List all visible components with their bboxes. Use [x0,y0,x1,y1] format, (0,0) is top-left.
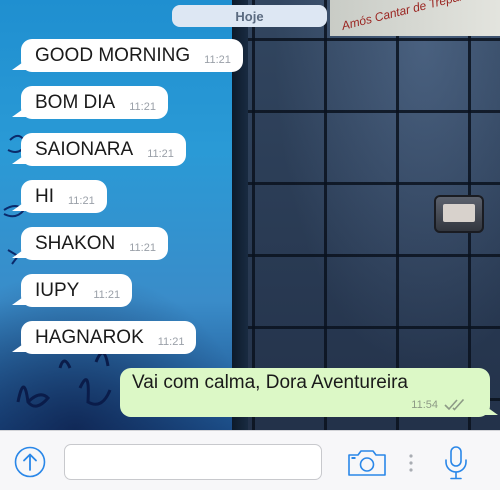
message-time: 11:21 [157,336,185,348]
more-options-dots-icon[interactable] [408,453,414,473]
incoming-message[interactable]: GOOD MORNING 11:21 [21,39,243,72]
message-time: 11:21 [204,54,231,66]
message-text: GOOD MORNING [35,45,191,66]
incoming-message[interactable]: HI 11:21 [21,180,107,213]
message-time: 11:21 [129,101,156,113]
double-check-icon [444,399,465,411]
message-input-bar [0,430,500,490]
incoming-message[interactable]: SAIONARA 11:21 [21,133,186,166]
incoming-message[interactable]: IUPY 11:21 [21,274,133,307]
message-text: HAGNAROK [35,327,144,348]
share-arrow-up-icon[interactable] [14,446,46,478]
incoming-message[interactable]: SHAKON 11:21 [21,227,168,260]
camera-icon[interactable] [347,448,387,478]
message-time: 11:21 [129,242,156,254]
date-separator: Hoje [172,5,327,27]
chat-screen: Amós Cantar de Trepar Hoje GOOD MORNING… [0,0,500,490]
outgoing-message[interactable]: Vai com calma, Dora Aventureira 11:54 [120,368,490,417]
message-text: HI [35,186,54,207]
message-time: 11:21 [93,289,121,301]
message-time: 11:21 [147,148,174,160]
microphone-icon[interactable] [442,445,470,481]
message-text: IUPY [35,280,80,301]
message-text: SAIONARA [35,139,134,160]
message-time: 11:21 [68,195,95,207]
message-text: BOM DIA [35,92,116,113]
message-text: Vai com calma, Dora Aventureira [132,372,408,393]
message-time: 11:54 [411,399,438,411]
message-text: SHAKON [35,233,116,254]
incoming-message[interactable]: HAGNAROK 11:21 [21,321,197,354]
message-input[interactable] [64,444,322,480]
incoming-message[interactable]: BOM DIA 11:21 [21,86,168,119]
wallpaper-soap-dispenser [434,195,484,233]
